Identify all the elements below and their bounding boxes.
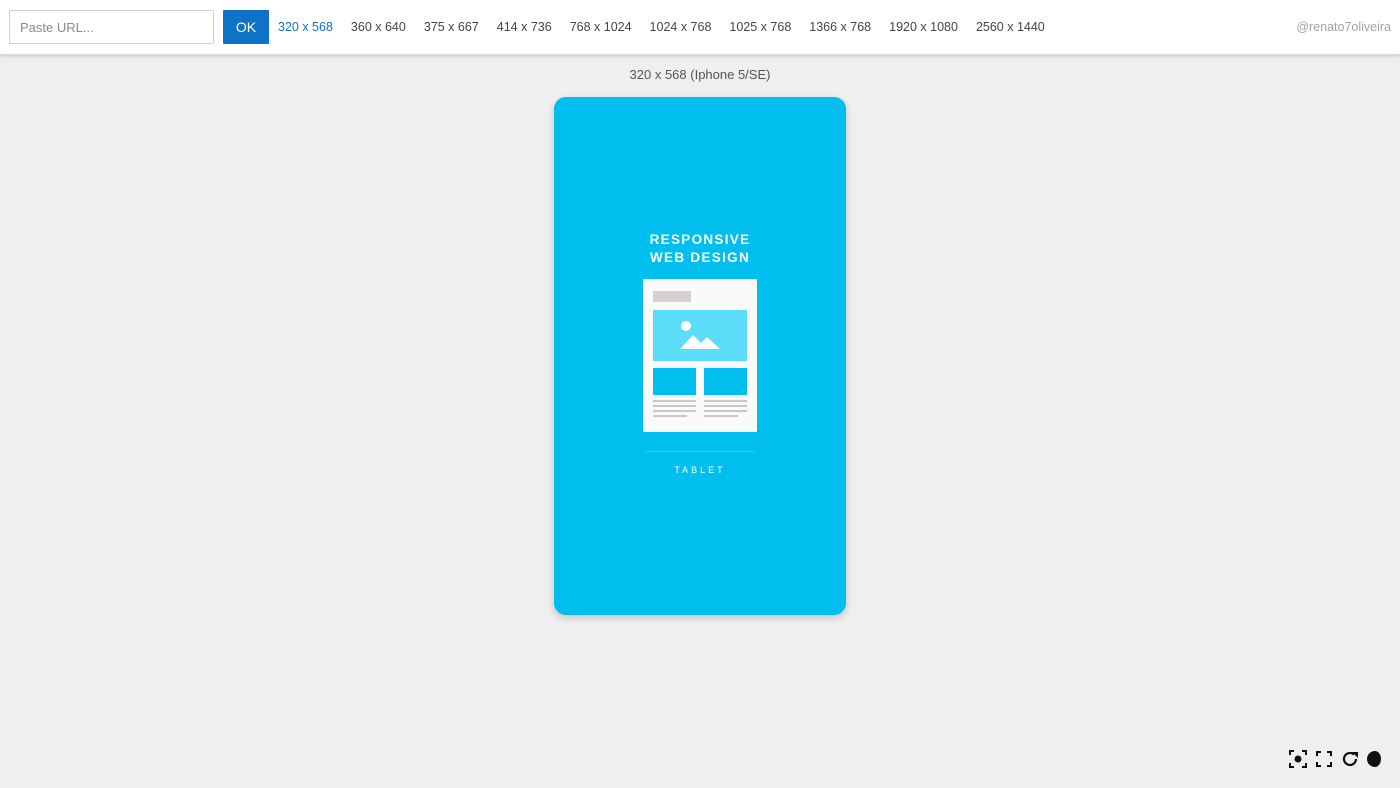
device-label: 320 x 568 (Iphone 5/SE) [629,67,771,82]
size-link-414x736[interactable]: 414 x 736 [488,0,561,54]
divider [645,451,755,452]
size-link-1024x768[interactable]: 1024 x 768 [641,0,721,54]
size-link-320x568[interactable]: 320 x 568 [269,0,342,54]
fullscreen-icon[interactable] [1314,749,1334,769]
device-preview-frame[interactable]: RESPONSIVE WEB DESIGN TABLET [554,97,846,615]
preview-title-line1: RESPONSIVE [649,232,751,247]
url-input[interactable] [9,10,214,44]
preview-title-line2: WEB DESIGN [649,250,750,265]
size-link-360x640[interactable]: 360 x 640 [342,0,415,54]
size-link-2560x1440[interactable]: 2560 x 1440 [967,0,1054,54]
size-link-375x667[interactable]: 375 x 667 [415,0,488,54]
refresh-icon[interactable] [1340,749,1360,769]
preview-title: RESPONSIVE WEB DESIGN [554,231,846,267]
size-link-1025x768[interactable]: 1025 x 768 [720,0,800,54]
size-link-1920x1080[interactable]: 1920 x 1080 [880,0,967,54]
size-link-1366x768[interactable]: 1366 x 768 [800,0,880,54]
preview-caption: TABLET [674,465,726,475]
dark-mode-icon[interactable] [1366,749,1386,769]
webpage-mockup-illustration [643,279,757,432]
screenshot-icon[interactable] [1288,749,1308,769]
resolution-list: 320 x 568 360 x 640 375 x 667 414 x 736 … [269,0,1054,54]
tool-buttons [1288,749,1386,769]
ok-button[interactable]: OK [223,10,269,44]
size-link-768x1024[interactable]: 768 x 1024 [561,0,641,54]
author-credit[interactable]: @renato7oliveira [1296,0,1391,54]
toolbar: OK 320 x 568 360 x 640 375 x 667 414 x 7… [0,0,1400,55]
